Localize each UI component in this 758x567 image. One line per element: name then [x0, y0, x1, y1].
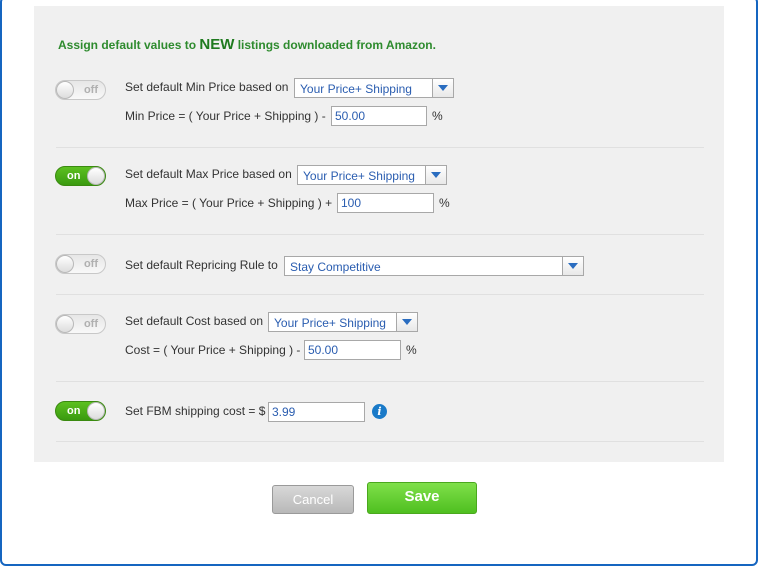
select-value: Your Price+ Shipping [303, 169, 415, 183]
toggle-knob [56, 81, 74, 99]
toggle-state-label: on [67, 405, 81, 417]
heading-text: Assign default values to [58, 38, 200, 52]
cost-percent-input[interactable] [304, 340, 401, 360]
repricing-rule-select[interactable]: Stay Competitive [284, 256, 584, 276]
cost-label: Set default Cost based on [125, 314, 264, 328]
toggle-state-label: off [83, 258, 98, 270]
min-price-basis-select[interactable]: Your Price+ Shipping [294, 78, 454, 98]
cancel-button[interactable]: Cancel [272, 485, 354, 514]
row-divider [56, 381, 704, 382]
fbm-shipping-label: Set FBM shipping cost = $ [125, 404, 266, 418]
select-value: Stay Competitive [290, 260, 381, 274]
cost-basis-select[interactable]: Your Price+ Shipping [268, 312, 418, 332]
toggle-state-label: off [83, 84, 98, 96]
cost-toggle[interactable]: off [55, 314, 106, 334]
chevron-down-icon[interactable] [432, 79, 453, 97]
toggle-state-label: off [83, 318, 98, 330]
heading-new-emphasis: NEW [199, 36, 235, 53]
min-price-label: Set default Min Price based on [125, 80, 289, 94]
row-divider [56, 441, 704, 442]
save-button[interactable]: Save [367, 482, 477, 514]
toggle-state-label: on [67, 170, 81, 182]
min-price-percent-input[interactable] [331, 106, 427, 126]
toggle-knob [56, 315, 74, 333]
select-value: Your Price+ Shipping [300, 82, 412, 96]
cost-formula: Cost = ( Your Price + Shipping ) - [125, 343, 301, 357]
toggle-knob [87, 167, 105, 185]
max-price-basis-select[interactable]: Your Price+ Shipping [297, 165, 447, 185]
row-divider [56, 294, 704, 295]
chevron-down-icon[interactable] [425, 166, 446, 184]
toggle-knob [87, 402, 105, 420]
fbm-shipping-toggle[interactable]: on [55, 401, 106, 421]
min-price-unit: % [432, 109, 443, 123]
repricing-rule-label: Set default Repricing Rule to [125, 258, 278, 272]
toggle-knob [56, 255, 74, 273]
fbm-shipping-cost-input[interactable] [268, 402, 365, 422]
max-price-toggle[interactable]: on [55, 166, 106, 186]
row-divider [56, 147, 704, 148]
min-price-toggle[interactable]: off [55, 80, 106, 100]
heading-text-suffix: listings downloaded from Amazon. [234, 38, 436, 52]
max-price-label: Set default Max Price based on [125, 167, 292, 181]
select-value: Your Price+ Shipping [274, 316, 386, 330]
max-price-percent-input[interactable] [337, 193, 434, 213]
chevron-down-icon[interactable] [562, 257, 583, 275]
max-price-formula: Max Price = ( Your Price + Shipping ) + [125, 196, 333, 210]
min-price-formula: Min Price = ( Your Price + Shipping ) - [125, 109, 326, 123]
panel-heading: Assign default values to NEW listings do… [58, 36, 436, 53]
repricing-rule-toggle[interactable]: off [55, 254, 106, 274]
row-divider [56, 234, 704, 235]
max-price-unit: % [439, 196, 450, 210]
chevron-down-icon[interactable] [396, 313, 417, 331]
cost-unit: % [406, 343, 417, 357]
info-icon[interactable]: i [372, 404, 387, 419]
